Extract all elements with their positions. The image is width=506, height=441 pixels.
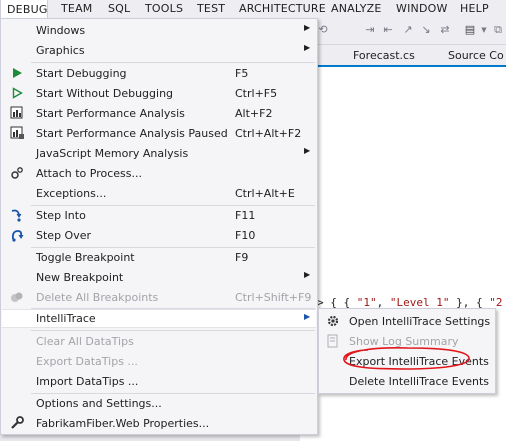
chevron-right-icon: ▶ bbox=[304, 146, 311, 155]
menu-item-shortcut: F5 bbox=[235, 67, 249, 80]
menu-item-label: Attach to Process... bbox=[36, 167, 142, 180]
toolbar-button-icon[interactable]: ⧉ bbox=[492, 24, 504, 36]
menu-item-label: Start Debugging bbox=[36, 67, 127, 80]
play-icon bbox=[13, 68, 22, 78]
menu-item-label: Export DataTips ... bbox=[36, 355, 138, 368]
menu-item-label: Clear All DataTips bbox=[36, 335, 134, 348]
menu-item-import-datatips[interactable]: Import DataTips ... bbox=[2, 372, 316, 391]
menu-item-step-into[interactable]: Step Into F11 bbox=[2, 206, 316, 225]
menu-item-label: Start Performance Analysis bbox=[36, 107, 185, 120]
menu-item-new-breakpoint[interactable]: New Breakpoint ▶ bbox=[2, 268, 316, 287]
menu-item-label: Import DataTips ... bbox=[36, 375, 139, 388]
menu-item-label: Exceptions... bbox=[36, 187, 107, 200]
menu-item-label: Windows bbox=[36, 24, 86, 37]
menu-item-graphics[interactable]: Graphics ▶ bbox=[2, 41, 316, 60]
menu-item-label: Step Into bbox=[36, 209, 86, 222]
menu-item-shortcut: F9 bbox=[235, 251, 249, 264]
menu-item-delete-all-breakpoints: Delete All Breakpoints Ctrl+Shift+F9 bbox=[2, 288, 316, 307]
performance-paused-icon bbox=[10, 126, 24, 139]
menu-item-shortcut: Ctrl+Shift+F9 bbox=[235, 291, 312, 304]
menu-item-start-debugging[interactable]: Start Debugging F5 bbox=[2, 64, 316, 83]
chevron-right-icon: ▶ bbox=[304, 270, 311, 279]
menu-item-open-intellitrace-settings[interactable]: Open IntelliTrace Settings bbox=[320, 312, 494, 331]
menu-item-javascript-memory-analysis[interactable]: JavaScript Memory Analysis ▶ bbox=[2, 144, 316, 163]
menu-item-toggle-breakpoint[interactable]: Toggle Breakpoint F9 bbox=[2, 248, 316, 267]
menu-item-step-over[interactable]: Step Over F10 bbox=[2, 226, 316, 245]
menu-item-start-performance-analysis[interactable]: Start Performance Analysis Alt+F2 bbox=[2, 104, 316, 123]
debug-menu: Windows ▶ Graphics ▶ Start Debugging F5 … bbox=[0, 18, 318, 435]
menu-item-label: New Breakpoint bbox=[36, 271, 124, 284]
menu-item-label: Start Without Debugging bbox=[36, 87, 174, 100]
menu-item-clear-all-datatips: Clear All DataTips bbox=[2, 332, 316, 351]
annotation-circle bbox=[343, 347, 470, 370]
menu-item-label: JavaScript Memory Analysis bbox=[36, 147, 189, 160]
menu-item-label: Toggle Breakpoint bbox=[36, 251, 135, 264]
tab-forecast-cs[interactable]: Forecast.cs bbox=[353, 48, 415, 64]
menu-item-label: Delete IntelliTrace Events bbox=[349, 375, 490, 388]
menu-item-options-and-settings[interactable]: Options and Settings... bbox=[2, 394, 316, 413]
chevron-right-icon: ▶ bbox=[304, 312, 311, 321]
toolbar: ⟲ ⇥ ⇤ ↗ ↘ ⇄ ▤ ▼ ⧉ bbox=[300, 18, 506, 45]
toolbar-button-icon[interactable]: ⟲ bbox=[317, 24, 329, 36]
attach-gear-icon bbox=[11, 167, 23, 179]
menu-item-label: Graphics bbox=[36, 44, 85, 57]
menu-item-label: Step Over bbox=[36, 229, 91, 242]
play-outline-icon bbox=[12, 87, 23, 99]
menu-bar: DEBUG TEAM SQL TOOLS TEST ARCHITECTURE A… bbox=[0, 0, 506, 19]
menu-item-label: Options and Settings... bbox=[36, 397, 162, 410]
menu-item-shortcut: Ctrl+Alt+E bbox=[235, 187, 295, 200]
menu-test[interactable]: TEST bbox=[197, 0, 225, 18]
menu-item-shortcut: F11 bbox=[235, 209, 256, 222]
menu-item-project-properties[interactable]: FabrikamFiber.Web Properties... bbox=[2, 414, 316, 433]
menu-item-shortcut: F10 bbox=[235, 229, 256, 242]
menu-tools[interactable]: TOOLS bbox=[145, 0, 183, 18]
menu-sql[interactable]: SQL bbox=[108, 0, 130, 18]
menu-analyze[interactable]: ANALYZE bbox=[331, 0, 382, 18]
toolbar-button-icon[interactable]: ⇥ bbox=[364, 24, 376, 36]
menu-item-start-without-debugging[interactable]: Start Without Debugging Ctrl+F5 bbox=[2, 84, 316, 103]
toolbar-button-icon[interactable]: ⇤ bbox=[382, 24, 394, 36]
menu-separator bbox=[31, 62, 315, 63]
step-into-icon bbox=[11, 209, 22, 222]
wrench-icon bbox=[11, 416, 24, 429]
chevron-right-icon: ▶ bbox=[304, 43, 311, 52]
menu-item-delete-intellitrace-events[interactable]: Delete IntelliTrace Events bbox=[320, 372, 494, 391]
toolbar-button-icon[interactable]: ↗ bbox=[402, 24, 414, 36]
menu-item-windows[interactable]: Windows ▶ bbox=[2, 21, 316, 40]
menu-help[interactable]: HELP bbox=[460, 0, 489, 18]
chevron-right-icon: ▶ bbox=[304, 23, 311, 32]
document-tabs: Forecast.cs Source Co bbox=[300, 45, 506, 67]
menu-item-shortcut: Ctrl+F5 bbox=[235, 87, 278, 100]
menu-architecture[interactable]: ARCHITECTURE bbox=[239, 0, 326, 18]
toolbar-button-icon[interactable]: ⇄ bbox=[439, 24, 451, 36]
chevron-down-icon[interactable]: ▼ bbox=[478, 24, 490, 36]
menu-item-intellitrace[interactable]: IntelliTrace ▶ bbox=[2, 309, 316, 328]
delete-breakpoints-icon bbox=[11, 292, 23, 302]
menu-window[interactable]: WINDOW bbox=[396, 0, 448, 18]
menu-item-label: Open IntelliTrace Settings bbox=[349, 315, 491, 328]
menu-item-label: FabrikamFiber.Web Properties... bbox=[36, 417, 210, 430]
step-over-icon bbox=[11, 230, 24, 242]
gear-icon bbox=[327, 315, 339, 327]
menu-team[interactable]: TEAM bbox=[61, 0, 93, 18]
menu-item-shortcut: Ctrl+Alt+F2 bbox=[235, 127, 302, 140]
menu-separator bbox=[31, 330, 315, 331]
menu-item-shortcut: Alt+F2 bbox=[235, 107, 273, 120]
document-icon[interactable]: ▤ bbox=[464, 24, 476, 36]
menu-item-exceptions[interactable]: Exceptions... Ctrl+Alt+E bbox=[2, 184, 316, 203]
menu-item-export-datatips: Export DataTips ... bbox=[2, 352, 316, 371]
menu-item-label: IntelliTrace bbox=[36, 312, 96, 325]
performance-icon bbox=[10, 106, 23, 119]
menu-item-label: Delete All Breakpoints bbox=[36, 291, 159, 304]
menu-item-attach-to-process[interactable]: Attach to Process... bbox=[2, 164, 316, 183]
menu-debug[interactable]: DEBUG bbox=[0, 0, 48, 18]
toolbar-button-icon[interactable]: ↘ bbox=[420, 24, 432, 36]
menu-item-label: Start Performance Analysis Paused bbox=[36, 127, 228, 140]
menu-item-start-performance-analysis-paused[interactable]: Start Performance Analysis Paused Ctrl+A… bbox=[2, 124, 316, 143]
tab-source-control[interactable]: Source Co bbox=[448, 48, 504, 64]
